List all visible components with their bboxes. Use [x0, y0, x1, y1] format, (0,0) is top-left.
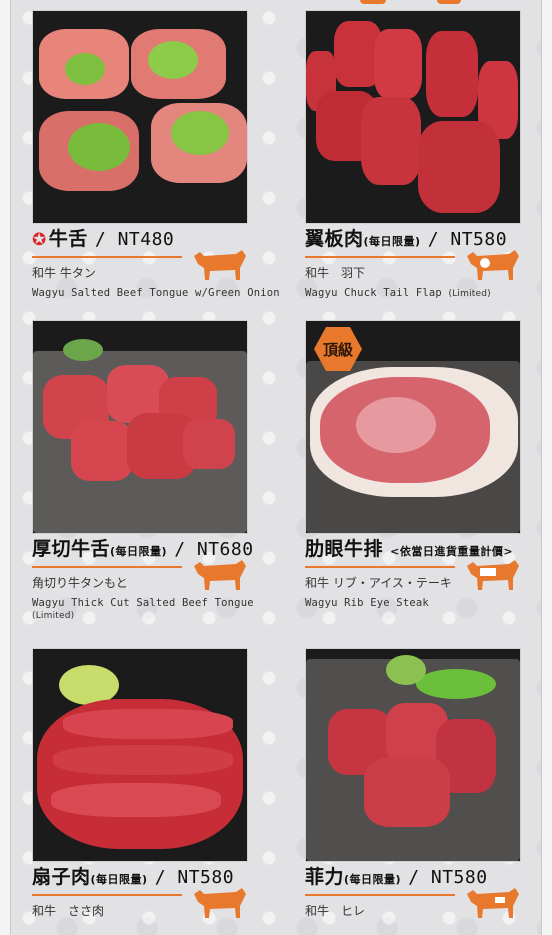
item-english-name: Wagyu Salted Beef Tongue w/Green Onion	[32, 287, 280, 299]
food-photo-thick-cut-tongue	[32, 320, 248, 534]
item-name: 菲力	[305, 866, 345, 888]
item-price: / NT480	[94, 229, 175, 250]
item-title: 菲力(每日限量) / NT580	[305, 862, 488, 889]
page-frame-right	[541, 0, 552, 935]
divider	[305, 894, 455, 896]
cow-icon	[467, 888, 519, 918]
item-english-name: Wagyu Chuck Tail Flap (Limited)	[305, 287, 491, 299]
food-photo-chuck-tail-flap	[305, 10, 521, 224]
cow-icon	[467, 560, 519, 590]
item-japanese-name: 角切り牛タンもと	[32, 576, 128, 590]
cow-icon	[467, 250, 519, 280]
item-name: 翼板肉	[305, 228, 364, 250]
food-photo-fillet	[305, 648, 521, 862]
cow-icon	[194, 888, 246, 918]
item-title: ✪ 牛舌 / NT480	[32, 224, 174, 251]
favorite-icon: ✪	[32, 230, 47, 250]
divider	[305, 566, 455, 568]
food-photo-sasa-niku	[32, 648, 248, 862]
item-name: 肋眼牛排	[305, 538, 384, 560]
item-name: 牛舌	[48, 228, 88, 250]
divider	[305, 256, 455, 258]
cow-icon	[194, 250, 246, 280]
divider	[32, 894, 182, 896]
food-photo-rib-eye: 頂級	[305, 320, 521, 534]
item-english-name: Wagyu Rib Eye Steak	[305, 597, 429, 609]
item-japanese-name: 和牛 リブ・アイス・テーキ	[305, 576, 452, 590]
item-qualifier: (每日限量)	[363, 235, 421, 248]
cow-icon	[194, 560, 246, 590]
item-name: 扇子肉	[32, 866, 91, 888]
item-name: 厚切牛舌	[32, 538, 111, 560]
item-japanese-name: 和牛 ささ肉	[32, 904, 105, 918]
item-qualifier: (每日限量)	[90, 873, 148, 886]
top-edge-decoration	[360, 0, 386, 4]
item-english-name: Wagyu Thick Cut Salted Beef Tongue (Limit…	[32, 597, 254, 621]
page-frame-left	[0, 0, 11, 935]
item-japanese-name: 和牛 羽下	[305, 266, 366, 280]
divider	[32, 256, 182, 258]
item-qualifier: (每日限量)	[344, 873, 402, 886]
divider	[32, 566, 182, 568]
item-japanese-name: 和牛 ヒレ	[305, 904, 366, 918]
item-japanese-name: 和牛 牛タン	[32, 266, 96, 280]
food-photo-beef-tongue	[32, 10, 248, 224]
top-edge-decoration	[437, 0, 461, 4]
item-qualifier: (每日限量)	[110, 545, 168, 558]
